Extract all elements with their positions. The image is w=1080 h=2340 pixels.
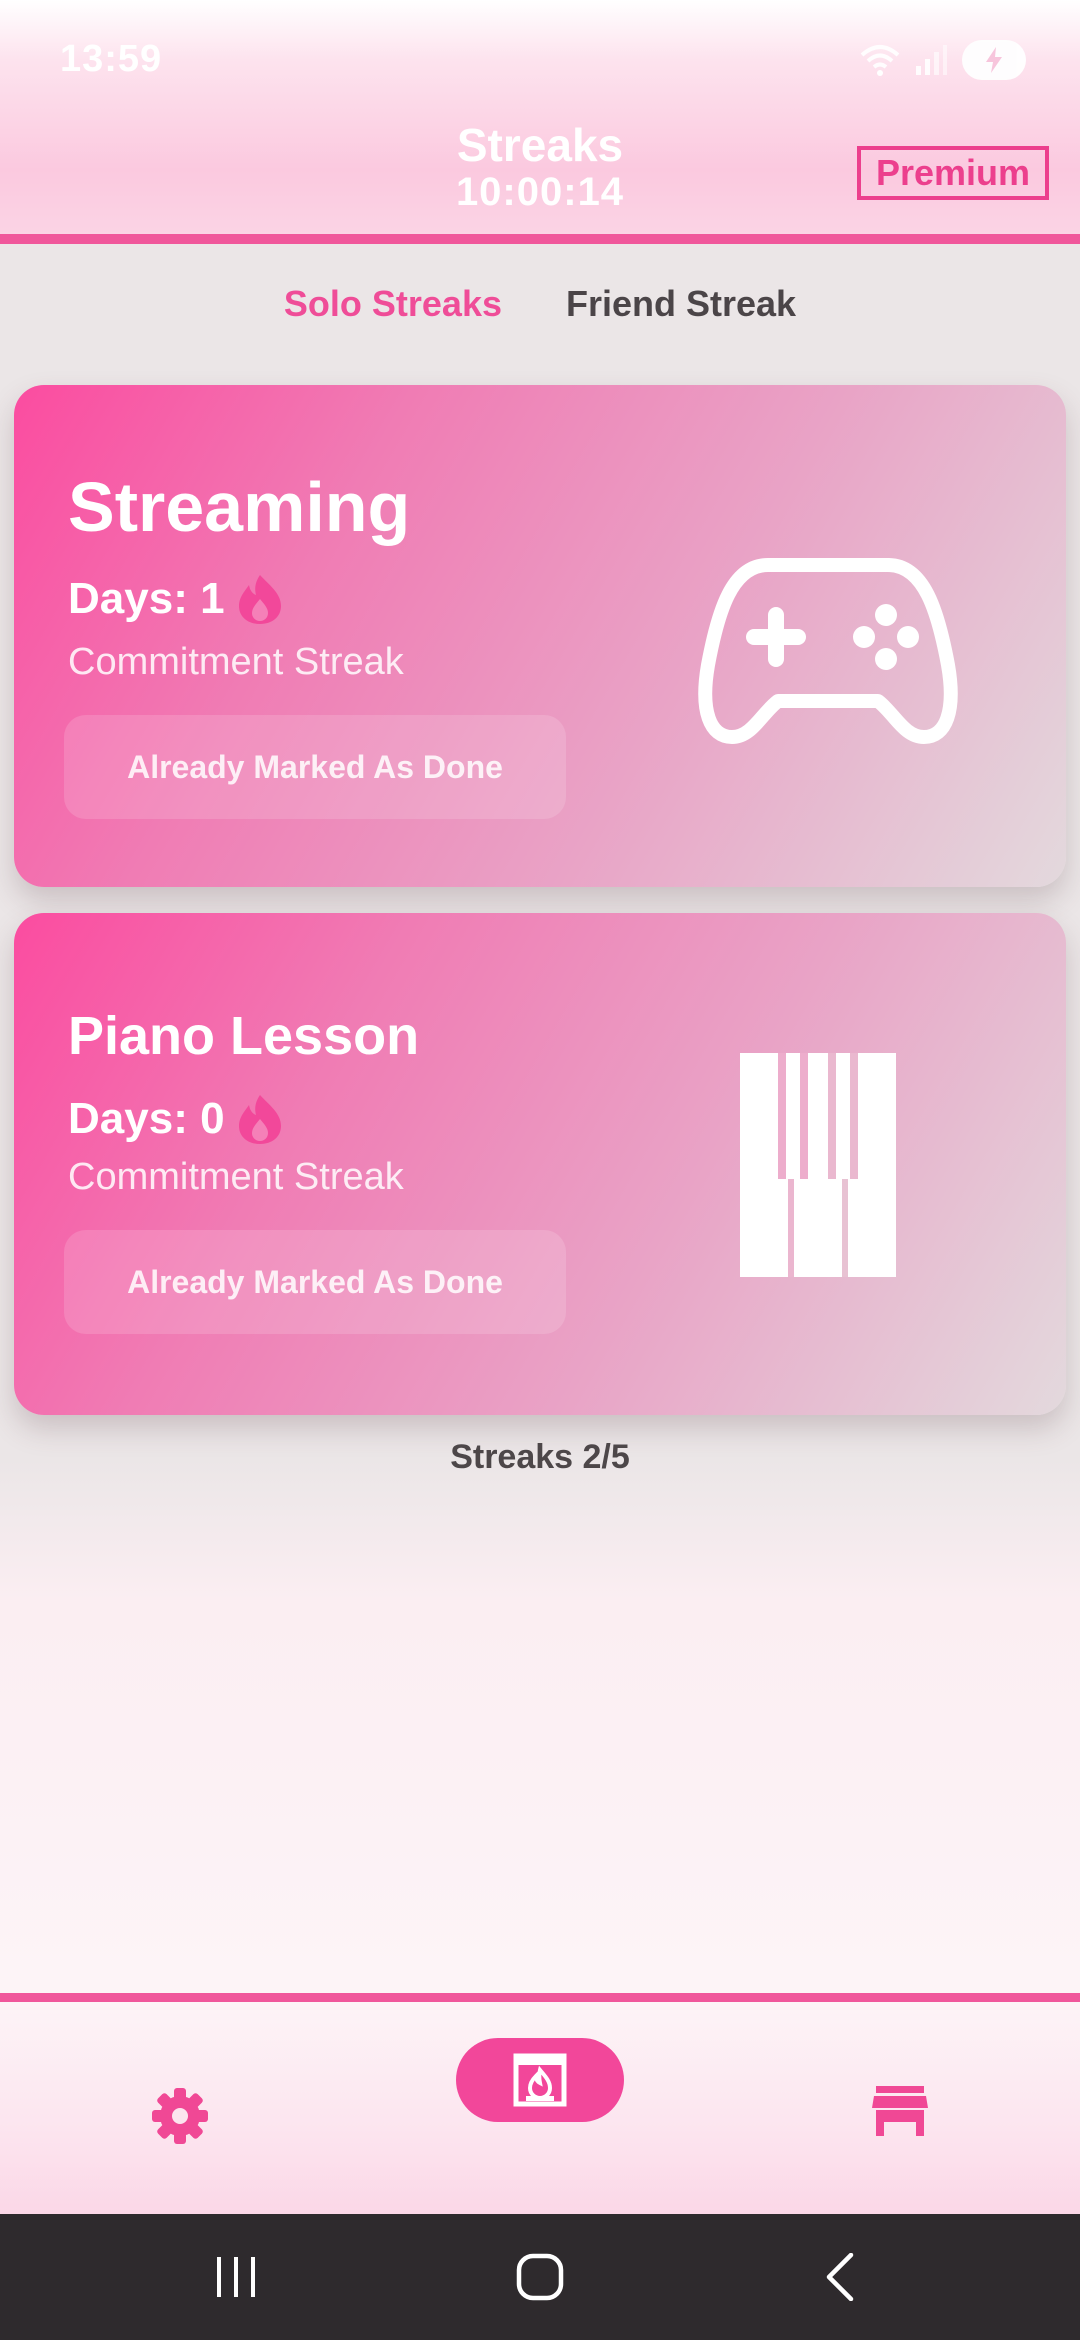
battery-icon bbox=[962, 40, 1026, 80]
app-header: 13:59 Streaks 10:00:14 Premium bbox=[0, 0, 1080, 240]
home-icon bbox=[516, 2253, 564, 2301]
recent-apps-icon bbox=[217, 2257, 255, 2297]
streak-count: Streaks 2/5 bbox=[450, 1438, 630, 1476]
header-divider bbox=[0, 234, 1080, 244]
flame-icon bbox=[238, 1095, 281, 1144]
streak-type: Commitment Streak bbox=[68, 641, 404, 683]
signal-icon bbox=[916, 45, 947, 75]
streak-card-streaming[interactable]: Streaming Days: 1 Commitment Streak Alre… bbox=[14, 385, 1066, 887]
bottom-divider bbox=[0, 1993, 1080, 2002]
tab-solo-streaks[interactable]: Solo Streaks bbox=[284, 283, 502, 325]
streak-name: Piano Lesson bbox=[68, 1006, 420, 1066]
streak-type: Commitment Streak bbox=[68, 1156, 404, 1198]
premium-button[interactable]: Premium bbox=[857, 146, 1049, 200]
marked-done-button[interactable]: Already Marked As Done bbox=[64, 715, 566, 819]
streak-card-piano-lesson[interactable]: Piano Lesson Days: 0 Commitment Streak A… bbox=[14, 913, 1066, 1415]
gear-icon[interactable] bbox=[150, 2086, 210, 2146]
tab-friend-streak[interactable]: Friend Streak bbox=[566, 283, 796, 325]
piano-keys-icon bbox=[740, 1053, 896, 1277]
back-button[interactable] bbox=[800, 2214, 880, 2340]
screen: 13:59 Streaks 10:00:14 Premium Solo Stre… bbox=[0, 0, 1080, 2340]
streak-tabs: Solo Streaks Friend Streak bbox=[0, 283, 1080, 325]
store-icon[interactable] bbox=[872, 2086, 928, 2138]
days-label: Days: 1 bbox=[68, 574, 225, 623]
days-label: Days: 0 bbox=[68, 1094, 225, 1143]
nav-streaks-button[interactable] bbox=[456, 2038, 624, 2122]
streak-days: Days: 0 bbox=[68, 1093, 285, 1145]
bottom-nav bbox=[0, 2002, 1080, 2214]
status-time: 13:59 bbox=[60, 38, 163, 80]
streak-days: Days: 1 bbox=[68, 573, 285, 625]
recent-apps-button[interactable] bbox=[196, 2214, 276, 2340]
streak-name: Streaming bbox=[68, 468, 411, 546]
status-icons bbox=[860, 40, 1026, 80]
fireplace-icon bbox=[513, 2053, 567, 2107]
system-nav-bar bbox=[0, 2214, 1080, 2340]
flame-icon bbox=[238, 575, 281, 624]
marked-done-button[interactable]: Already Marked As Done bbox=[64, 1230, 566, 1334]
back-icon bbox=[826, 2253, 854, 2301]
home-button[interactable] bbox=[500, 2214, 580, 2340]
gamepad-icon bbox=[698, 558, 958, 744]
wifi-icon bbox=[860, 45, 900, 76]
